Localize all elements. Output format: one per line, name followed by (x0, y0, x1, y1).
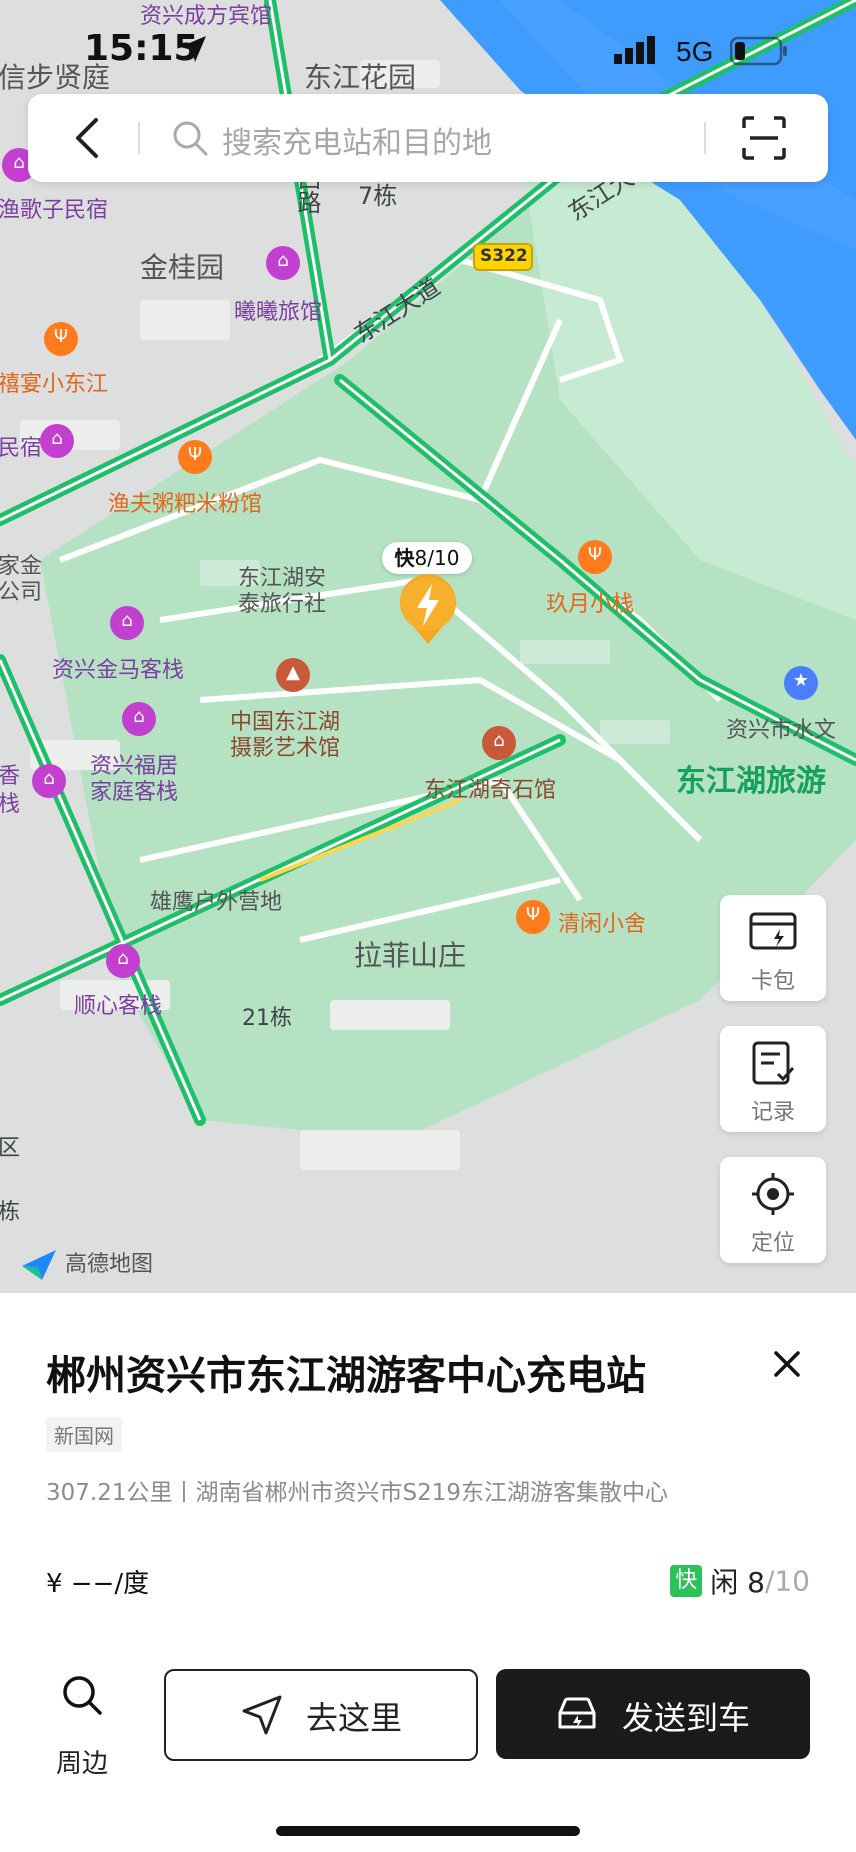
car-icon (558, 1697, 596, 1729)
nearby-button[interactable]: 周边 (40, 1673, 124, 1779)
card-icon (749, 912, 797, 950)
map-label[interactable]: 公司 (0, 574, 42, 606)
divider (138, 122, 140, 154)
map-provider-logo: 高德地图 (20, 1246, 153, 1282)
records-button[interactable]: 记录 (720, 1026, 826, 1132)
locate-button[interactable]: 定位 (720, 1157, 826, 1263)
free-count: 8 (414, 546, 428, 570)
hotel-pin-icon[interactable]: ⌂ (40, 424, 74, 458)
map-label[interactable]: 顺心客栈 (74, 988, 162, 1020)
map-label[interactable]: 拉菲山庄 (354, 934, 466, 974)
navigate-label: 去这里 (306, 1699, 403, 1737)
hotel-pin-icon[interactable]: ⌂ (122, 702, 156, 736)
station-name: 郴州资兴市东江湖游客中心充电站 (46, 1353, 646, 1399)
map-provider-name: 高德地图 (65, 1252, 154, 1277)
idle-count: 闲 8 (710, 1566, 765, 1599)
map-label: 区 (0, 1136, 21, 1161)
send-to-car-label: 发送到车 (622, 1699, 751, 1737)
operator-tag: 新国网 (46, 1417, 122, 1452)
status-bar: 15:15 5G (0, 0, 856, 90)
hotel-pin-icon[interactable]: ⌂ (106, 944, 140, 978)
records-label: 记录 (750, 1100, 795, 1125)
search-bar: 搜索充电站和目的地 (28, 94, 828, 182)
map-label[interactable]: 东江湖奇石馆 (424, 772, 556, 804)
navigation-arrow-icon (242, 1695, 282, 1735)
map-label[interactable]: 民宿 (0, 430, 42, 462)
map-label[interactable]: 资兴金马客栈 (52, 652, 184, 684)
charging-station-marker-icon[interactable] (399, 574, 457, 646)
card-wallet-button[interactable]: 卡包 (720, 895, 826, 1001)
scan-icon[interactable] (740, 114, 788, 162)
close-icon[interactable] (766, 1343, 808, 1385)
restaurant-pin-icon[interactable]: Ψ (578, 540, 612, 574)
back-icon[interactable] (68, 114, 108, 162)
map-label[interactable]: 清闲小舍 (558, 906, 646, 938)
landmark-pin-icon[interactable]: ★ (784, 666, 818, 700)
map-label[interactable]: 家庭客栈 (90, 774, 178, 806)
map-label[interactable]: 渔歌子民宿 (0, 192, 108, 224)
nearby-label: 周边 (55, 1749, 108, 1779)
amap-logo-icon (22, 1250, 56, 1280)
charger-availability: 快闲 8/10 (670, 1561, 810, 1601)
network-type: 5G (676, 36, 714, 67)
fast-label: 快 (394, 546, 415, 570)
restaurant-pin-icon[interactable]: Ψ (178, 440, 212, 474)
map-label[interactable]: 栈 (0, 786, 20, 818)
card-wallet-label: 卡包 (750, 969, 795, 994)
location-arrow-icon (180, 36, 206, 62)
museum-pin-icon[interactable]: ⌂ (482, 726, 516, 760)
divider (704, 122, 706, 154)
map-view[interactable]: 资兴成方宾馆 信步贤庭 东江花园 7栋 ⌂ 渔歌子民宿 金桂园 ⌂ 曦曦旅馆 西… (0, 0, 856, 1293)
search-icon (63, 1676, 102, 1715)
highway-shield-label: S322 (480, 246, 528, 266)
map-label: 21栋 (242, 1006, 292, 1031)
map-label[interactable]: 禧宴小东江 (0, 366, 108, 398)
distance-address: 307.21公里丨湖南省郴州市资兴市S219东江湖游客集散中心 (46, 1480, 668, 1506)
map-label[interactable]: 资兴市水文 (726, 712, 836, 744)
fast-charge-badge: 快 (670, 1565, 703, 1597)
map-label[interactable]: 东江湖旅游 (676, 756, 826, 800)
map-label[interactable]: 雄鹰户外营地 (150, 884, 282, 916)
price-per-kwh: ¥ −−/度 (46, 1569, 150, 1599)
map-label: 栋 (0, 1200, 21, 1225)
map-label[interactable]: 摄影艺术馆 (230, 730, 340, 762)
map-label[interactable]: 渔夫粥粑米粉馆 (108, 486, 262, 518)
search-icon (173, 121, 208, 156)
total-count: /10 (427, 546, 460, 570)
restaurant-pin-icon[interactable]: Ψ (44, 322, 78, 356)
gallery-pin-icon[interactable]: ▲ (276, 658, 310, 692)
send-to-car-button[interactable]: 发送到车 (496, 1669, 810, 1759)
restaurant-pin-icon[interactable]: Ψ (516, 900, 550, 934)
search-input[interactable]: 搜索充电站和目的地 (222, 118, 492, 162)
charge-availability-badge[interactable]: 快8/10 (382, 542, 472, 574)
locate-icon (752, 1173, 794, 1215)
total-count: /10 (764, 1564, 810, 1598)
map-label[interactable]: 曦曦旅馆 (234, 294, 322, 326)
hotel-pin-icon[interactable]: ⌂ (266, 246, 300, 280)
station-info-panel: 郴州资兴市东江湖游客中心充电站 新国网 307.21公里丨湖南省郴州市资兴市S2… (0, 1293, 856, 1852)
signal-strength-icon (614, 36, 655, 64)
map-label[interactable]: 玖月小栈 (546, 586, 634, 618)
record-icon (752, 1041, 795, 1085)
hotel-pin-icon[interactable]: ⌂ (32, 764, 66, 798)
navigate-button[interactable]: 去这里 (164, 1669, 478, 1761)
map-label[interactable]: 金桂园 (140, 246, 224, 286)
map-label[interactable]: 泰旅行社 (238, 586, 326, 618)
locate-label: 定位 (750, 1231, 795, 1256)
hotel-pin-icon[interactable]: ⌂ (110, 606, 144, 640)
battery-icon (730, 36, 787, 66)
home-indicator (276, 1826, 580, 1836)
